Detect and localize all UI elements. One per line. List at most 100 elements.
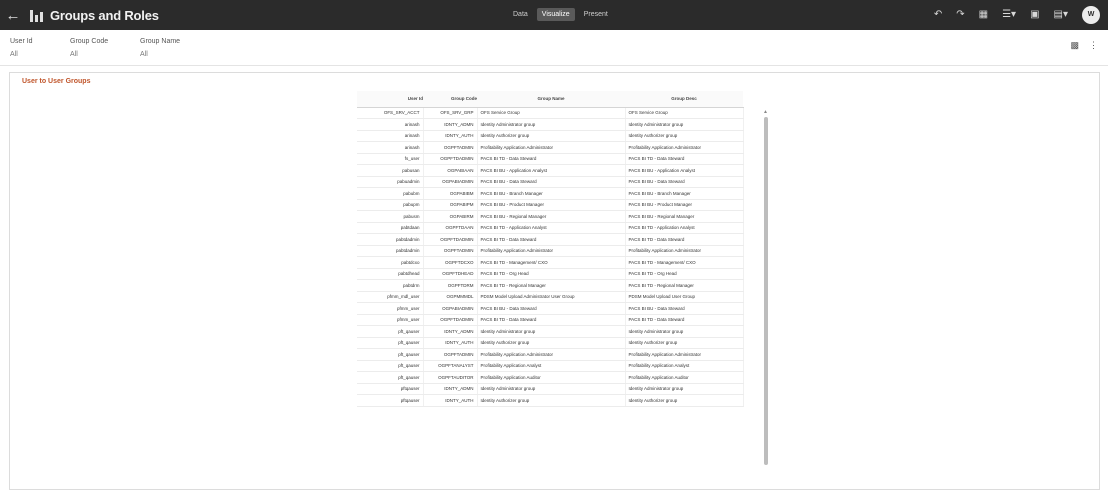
table-cell: Identity Administrator group xyxy=(625,325,744,338)
table-cell: Profitability Application Administrator xyxy=(625,348,744,361)
table-row[interactable]: arinash IDNTY_AUTH Identity Authorizer gro… xyxy=(357,130,744,142)
table-cell: pfmm_user xyxy=(357,302,424,315)
table-cell: OGPFTADMIN xyxy=(423,141,478,154)
table-cell: OFS Service Group xyxy=(625,107,744,119)
table-row[interactable]: pabtdrm OGPFTDRM PACS BI TD - Regional Man… xyxy=(357,279,744,292)
table-cell: OGPMMMDL xyxy=(423,291,478,303)
table-cell: OGPABIBM xyxy=(423,187,478,200)
table-cell: OFS Service Group xyxy=(477,107,626,119)
table-row[interactable]: pft_qauser IDNTY_ADMN Identity Administrat… xyxy=(357,325,744,338)
table-cell: PACS BI BU - Data Steward xyxy=(625,302,744,315)
table-row[interactable]: pabtdaan OGPFTDAAN PACS BI TD - Applicatio… xyxy=(357,222,744,234)
table-row[interactable]: pft_qauser OGPFTAUDITOR Profitability Appl… xyxy=(357,371,744,384)
user-avatar[interactable]: W xyxy=(1082,6,1100,24)
table-row[interactable]: pftqauser IDNTY_AUTH Identity Authorizer g… xyxy=(357,394,744,407)
more-options-icon[interactable]: ⋮ xyxy=(1089,40,1098,51)
table-cell: pabtdrm xyxy=(357,279,424,292)
table-cell: PACS BI TD - Data Steward xyxy=(477,233,626,246)
table-cell: PDSM Model Upload Administrator User Gro… xyxy=(477,291,626,303)
table-row[interactable]: pabtdadmin OGPFTADMIN Profitability Applic… xyxy=(357,245,744,257)
viz-title: User to User Groups xyxy=(22,78,91,85)
column-header[interactable]: Group Desc xyxy=(625,91,743,108)
table-row[interactable]: pabtdhead OGPFTDHEAD PACS BI TD - Org Head… xyxy=(357,268,744,280)
data-panel-icon[interactable]: ▦ xyxy=(979,6,988,24)
column-header[interactable]: Group Code xyxy=(423,91,477,108)
table-cell: pft_qauser xyxy=(357,325,424,338)
filter-group-code[interactable]: Group Code All xyxy=(70,38,108,58)
save-menu-icon[interactable]: ▤▾ xyxy=(1054,6,1068,24)
table-scrollbar[interactable] xyxy=(764,117,768,465)
table-cell: pabtdadmin xyxy=(357,245,424,257)
table-cell: Identity Administrator group xyxy=(477,325,626,338)
table-cell: pabuadmin xyxy=(357,176,424,188)
table-row[interactable]: pft_qauser OGPFTANALYST Profitability Appl… xyxy=(357,360,744,372)
table-row[interactable]: pfmm_user OGPFTDADMIN PACS BI TD - Data St… xyxy=(357,314,744,326)
table-cell: pabusan xyxy=(357,164,424,177)
table-cell: pft_qauser xyxy=(357,360,424,372)
table-cell: Profitability Application Auditor xyxy=(625,371,744,384)
table-cell: PACS BI TD - Data Steward xyxy=(625,153,744,165)
table-cell: pabusm xyxy=(357,210,424,223)
table-row[interactable]: arinash IDNTY_ADMN Identity Administrator … xyxy=(357,118,744,131)
table-cell: PACS BI TD - Regional Manager xyxy=(477,279,626,292)
table-row[interactable]: pabubm OGPABIBM PACS BI BU - Branch Manage… xyxy=(357,187,744,200)
table-row[interactable]: pft_qauser OGPFTADMIN Profitability Applic… xyxy=(357,348,744,361)
table-row[interactable]: fs_user OGPFTDADMIN PACS BI TD - Data Stew… xyxy=(357,153,744,165)
table-cell: PACS BI BU - Regional Manager xyxy=(477,210,626,223)
table-cell: PACS BI TD - Data Steward xyxy=(477,314,626,326)
table-cell: OGPFTDCXO xyxy=(423,256,478,269)
filter-panel-icon[interactable]: ▩ xyxy=(1070,40,1079,51)
table-cell: Identity Authorizer group xyxy=(477,337,626,349)
mode-tab-visualize[interactable]: Visualize xyxy=(536,8,575,21)
table-cell: IDNTY_AUTH xyxy=(423,394,478,407)
table-cell: PACS BI TD - Application Analyst xyxy=(477,222,626,234)
table-row[interactable]: pabusan OGPABIAAN PACS BI BU - Application… xyxy=(357,164,744,177)
filter-user-id[interactable]: User Id All xyxy=(10,38,33,58)
preview-icon[interactable]: ▣ xyxy=(1030,6,1039,24)
project-title: Groups and Roles xyxy=(50,7,159,23)
table-cell: OFS_SRV_ACCT xyxy=(357,107,424,119)
mode-tab-present[interactable]: Present xyxy=(579,8,613,21)
top-bar: ← Groups and Roles Data Visualize Presen… xyxy=(0,0,1108,30)
table-cell: OGPFTANALYST xyxy=(423,360,478,372)
table-cell: Profitability Application Administrator xyxy=(625,141,744,154)
table-cell: PACS BI TD - Application Analyst xyxy=(625,222,744,234)
table-cell: OGPABIPM xyxy=(423,199,478,211)
column-header[interactable]: Group Name xyxy=(477,91,625,108)
table-cell: Identity Authorizer group xyxy=(625,337,744,349)
visualization-app-icon xyxy=(30,8,44,22)
undo-icon[interactable]: ↶ xyxy=(934,6,942,24)
table-row[interactable]: pfmm_user OGPABIADMIN PACS BI BU - Data St… xyxy=(357,302,744,315)
column-header[interactable]: User Id xyxy=(357,91,423,108)
table-row[interactable]: arinash OGPFTADMIN Profitability Applicati… xyxy=(357,141,744,154)
table-cell: Identity Authorizer group xyxy=(477,130,626,142)
table-row[interactable]: pabuadmin OGPABIADMIN PACS BI BU - Data St… xyxy=(357,176,744,188)
table-row[interactable]: pft_qauser IDNTY_AUTH Identity Authorizer … xyxy=(357,337,744,349)
table-header-row: User Id Group Code Group Name Group Desc xyxy=(357,91,743,108)
table-cell: Profitability Application Analyst xyxy=(625,360,744,372)
table-row[interactable]: pabtdadmin OGPFTDADMIN PACS BI TD - Data S… xyxy=(357,233,744,246)
filter-label: Group Code xyxy=(70,38,109,45)
table-row[interactable]: pabusm OGPABIRM PACS BI BU - Regional Mana… xyxy=(357,210,744,223)
filter-group-name[interactable]: Group Name All xyxy=(140,38,180,58)
layout-menu-icon[interactable]: ☰▾ xyxy=(1002,6,1016,24)
table-row[interactable]: pabtdcxo OGPFTDCXO PACS BI TD - Management… xyxy=(357,256,744,269)
filter-bar: User Id All Group Code All Group Name Al… xyxy=(0,30,1108,66)
table-cell: OGPFTDADMIN xyxy=(423,314,478,326)
back-arrow-icon[interactable]: ← xyxy=(0,7,26,24)
redo-icon[interactable]: ↷ xyxy=(956,6,964,24)
table-cell: PACS BI TD - Management/ CXO xyxy=(625,256,744,269)
table-cell: pft_qauser xyxy=(357,337,424,349)
mode-tab-data[interactable]: Data xyxy=(508,8,533,21)
table-row[interactable]: pabupm OGPABIPM PACS BI BU - Product Manag… xyxy=(357,199,744,211)
filter-bar-actions: ▩ ⋮ xyxy=(1070,40,1098,51)
table-cell: Identity Administrator group xyxy=(625,118,744,131)
table-cell: Profitability Application Auditor xyxy=(477,371,626,384)
table-cell: PACS BI TD - Org Head xyxy=(477,268,626,280)
table-cell: pfmm_mdl_user xyxy=(357,291,424,303)
table-row[interactable]: OFS_SRV_ACCT OFS_SRV_GRP OFS Service Group… xyxy=(357,107,744,119)
table-cell: PACS BI TD - Data Steward xyxy=(477,153,626,165)
scroll-up-arrow-icon[interactable]: ▲ xyxy=(763,109,768,115)
table-row[interactable]: pftqauser IDNTY_ADMN Identity Administrato… xyxy=(357,383,744,395)
table-row[interactable]: pfmm_mdl_user OGPMMMDL PDSM Model Upload A… xyxy=(357,291,744,303)
